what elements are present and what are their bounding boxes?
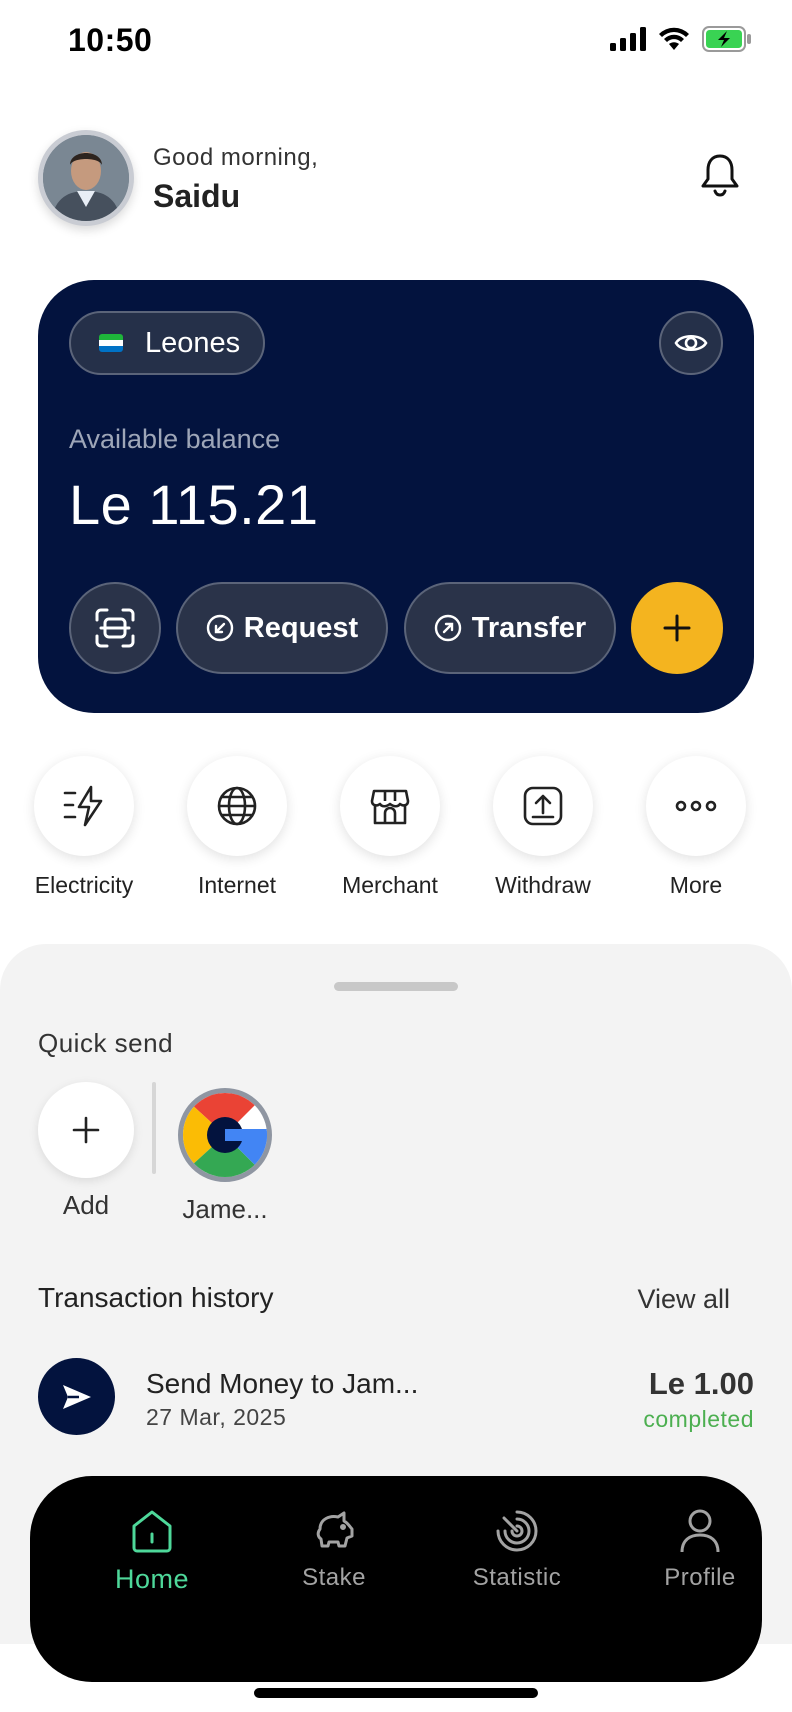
sheet-drag-handle[interactable] xyxy=(334,982,458,991)
add-money-button[interactable] xyxy=(631,582,723,674)
scan-icon xyxy=(95,608,135,648)
user-photo xyxy=(43,135,129,221)
tab-label: Profile xyxy=(664,1564,736,1591)
toggle-balance-visibility-button[interactable] xyxy=(659,311,723,375)
piggy-bank-icon xyxy=(312,1506,356,1556)
request-button[interactable]: Request xyxy=(176,582,388,674)
transaction-row[interactable]: Send Money to Jam... 27 Mar, 2025 Le 1.0… xyxy=(38,1358,754,1438)
notification-bell-icon[interactable] xyxy=(696,150,744,200)
service-electricity[interactable]: Electricity xyxy=(24,756,144,899)
statistic-icon xyxy=(495,1506,539,1556)
transfer-button[interactable]: Transfer xyxy=(404,582,616,674)
transaction-status: completed xyxy=(643,1406,754,1432)
quick-send-add-button[interactable] xyxy=(38,1082,134,1178)
request-label: Request xyxy=(243,611,359,644)
service-internet[interactable]: Internet xyxy=(177,756,297,899)
withdraw-icon xyxy=(493,756,593,856)
quick-send-add-label: Add xyxy=(62,1190,110,1220)
signal-icon xyxy=(610,27,646,51)
plus-icon xyxy=(72,1116,100,1144)
tab-stake[interactable]: Stake xyxy=(259,1506,409,1592)
balance-amount: Le 115.21 xyxy=(69,473,319,536)
transaction-amount: Le 1.00 xyxy=(648,1366,754,1401)
transaction-name: Send Money to Jam... xyxy=(146,1368,419,1399)
balance-card: Leones Available balance Le 115.21 Reque… xyxy=(38,280,754,713)
request-arrow-icon xyxy=(206,614,233,642)
service-label: More xyxy=(669,872,723,898)
currency-selector[interactable]: Leones xyxy=(69,311,265,375)
scan-button[interactable] xyxy=(69,582,161,674)
home-icon xyxy=(130,1506,174,1556)
contact-name: Jame... xyxy=(182,1194,268,1224)
transaction-history-title: Transaction history xyxy=(38,1282,274,1313)
transaction-date: 27 Mar, 2025 xyxy=(146,1404,287,1430)
balance-label: Available balance xyxy=(69,424,281,454)
card-actions: Request Transfer xyxy=(69,582,723,674)
status-icons xyxy=(610,26,752,52)
google-logo-icon xyxy=(183,1093,267,1177)
status-time: 10:50 xyxy=(68,22,153,58)
more-icon xyxy=(646,756,746,856)
user-name: Saidu xyxy=(153,178,241,214)
profile-icon xyxy=(679,1506,721,1556)
service-label: Merchant xyxy=(342,872,438,898)
home-indicator xyxy=(254,1688,538,1698)
plus-icon xyxy=(663,614,691,642)
tab-profile[interactable]: Profile xyxy=(625,1506,775,1592)
tab-label: Statistic xyxy=(472,1564,562,1591)
service-more[interactable]: More xyxy=(636,756,756,899)
send-icon xyxy=(38,1358,115,1435)
quick-send-title: Quick send xyxy=(38,1028,174,1058)
avatar[interactable] xyxy=(38,130,134,226)
tab-label: Stake xyxy=(302,1564,366,1591)
service-label: Electricity xyxy=(34,872,134,898)
service-label: Internet xyxy=(198,872,276,898)
electricity-icon xyxy=(34,756,134,856)
service-merchant[interactable]: Merchant xyxy=(330,756,450,899)
contact-avatar[interactable] xyxy=(178,1088,272,1182)
sierra-leone-flag-icon xyxy=(99,334,123,352)
wifi-icon xyxy=(659,27,689,50)
services-row: Electricity Internet Merchant Withdraw M… xyxy=(34,756,758,906)
bottom-tab-bar: Home Stake Statistic Profile xyxy=(30,1476,762,1682)
service-withdraw[interactable]: Withdraw xyxy=(483,756,603,899)
service-label: Withdraw xyxy=(495,872,591,898)
greeting-text: Good morning, xyxy=(153,144,319,171)
header: Good morning, Saidu xyxy=(38,128,754,228)
globe-icon xyxy=(187,756,287,856)
battery-icon xyxy=(702,26,751,52)
transfer-arrow-icon xyxy=(434,614,461,642)
currency-label: Leones xyxy=(145,326,241,359)
tab-label: Home xyxy=(114,1564,190,1594)
status-bar: 10:50 xyxy=(0,0,792,86)
store-icon xyxy=(340,756,440,856)
quick-send-divider xyxy=(152,1082,156,1174)
tab-statistic[interactable]: Statistic xyxy=(442,1506,592,1592)
view-all-link[interactable]: View all xyxy=(637,1284,730,1315)
tab-home[interactable]: Home xyxy=(77,1506,227,1595)
eye-icon xyxy=(674,334,708,352)
transfer-label: Transfer xyxy=(471,611,587,644)
